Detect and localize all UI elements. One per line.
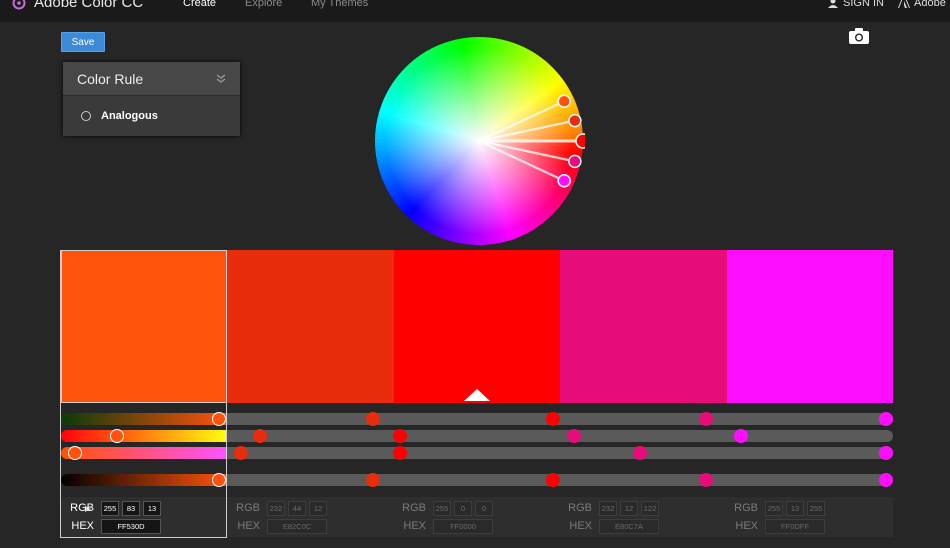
nav-explore[interactable]: Explore	[245, 0, 282, 9]
swatch-2[interactable]	[227, 250, 394, 403]
rule-option-analogous[interactable]: Analogous	[63, 96, 240, 136]
slider-gradient	[61, 430, 227, 442]
slider-blue[interactable]	[61, 446, 893, 460]
rgb-g-field[interactable]: 13	[786, 500, 804, 516]
slider-gradient	[61, 474, 227, 486]
rgb-r-field[interactable]: 255	[765, 500, 783, 516]
slider-handle[interactable]	[212, 412, 226, 426]
swatch-4[interactable]	[560, 250, 727, 403]
hex-field[interactable]: FF0000	[433, 518, 493, 534]
wheel-handle[interactable]	[568, 154, 582, 169]
rgb-r-field[interactable]: 255	[433, 500, 451, 516]
slider-gradient	[61, 413, 227, 425]
swatch-3[interactable]	[393, 250, 561, 403]
sign-in-label: SIGN IN	[843, 0, 884, 9]
hex-label: HEX	[735, 520, 758, 532]
values-swatch-3: RGB 255 0 0 HEX FF0000	[393, 497, 559, 537]
hex-label: HEX	[71, 520, 94, 532]
save-button[interactable]: Save	[61, 32, 105, 52]
hex-field[interactable]: FF530D	[101, 518, 161, 534]
rgb-label: RGB	[568, 502, 592, 514]
hex-label: HEX	[569, 520, 592, 532]
slider-gradient	[61, 447, 227, 459]
rgb-label: RGB	[734, 502, 758, 514]
rgb-r-field[interactable]: 232	[267, 500, 285, 516]
user-icon	[828, 0, 838, 8]
camera-icon[interactable]	[849, 28, 869, 44]
wheel-handle[interactable]	[557, 94, 571, 109]
slider-handle[interactable]	[567, 429, 581, 443]
rgb-r-field[interactable]: 232	[599, 500, 617, 516]
radio-icon[interactable]	[81, 111, 91, 121]
slider-handle[interactable]	[734, 429, 748, 443]
rgb-b-field[interactable]: 255	[807, 500, 825, 516]
slider-handle[interactable]	[393, 446, 407, 460]
nav-my-themes[interactable]: My Themes	[311, 0, 368, 9]
wheel-handle[interactable]	[575, 133, 585, 149]
base-color-marker[interactable]	[464, 389, 490, 401]
color-rule-title: Color Rule	[77, 70, 144, 87]
rgb-label: RGB	[236, 502, 260, 514]
rgb-g-field[interactable]: 83	[122, 500, 140, 516]
hex-field[interactable]: E80C7A	[599, 518, 659, 534]
hex-field[interactable]: FF0DFF	[765, 518, 825, 534]
slider-handle[interactable]	[366, 412, 380, 426]
swatch-row	[61, 250, 894, 403]
slider-handle[interactable]	[633, 446, 647, 460]
slider-handle[interactable]	[879, 473, 893, 487]
adobe-link[interactable]: Adobe	[898, 0, 946, 9]
rgb-b-field[interactable]: 0	[475, 500, 493, 516]
color-wheel[interactable]	[373, 35, 585, 247]
slider-green[interactable]	[61, 429, 893, 443]
slider-handle[interactable]	[546, 473, 560, 487]
swatch-5[interactable]	[726, 250, 894, 403]
slider-handle[interactable]	[68, 446, 82, 460]
rgb-label: RGB	[70, 502, 94, 514]
swatch-1[interactable]	[61, 250, 228, 403]
adobe-icon	[898, 0, 910, 8]
slider-handle[interactable]	[879, 412, 893, 426]
slider-handle[interactable]	[546, 412, 560, 426]
slider-red[interactable]	[61, 412, 893, 426]
slider-handle[interactable]	[253, 429, 267, 443]
rule-option-label: Analogous	[101, 110, 158, 122]
rgb-b-field[interactable]: 13	[143, 500, 161, 516]
hex-field[interactable]: E82C0C	[267, 518, 327, 534]
values-swatch-1: ▶ RGB 255 83 13 HEX FF530D	[61, 497, 227, 537]
top-bar: Adobe Color CC Create Explore My Themes …	[0, 0, 950, 22]
values-swatch-5: RGB 255 13 255 HEX FF0DFF	[725, 497, 893, 537]
chevron-double-down-icon[interactable]	[216, 73, 226, 84]
slider-handle[interactable]	[110, 429, 124, 443]
rgb-g-field[interactable]: 12	[620, 500, 638, 516]
slider-handle[interactable]	[212, 473, 226, 487]
rgb-label: RGB	[402, 502, 426, 514]
slider-handle[interactable]	[366, 473, 380, 487]
rgb-r-field[interactable]: 255	[101, 500, 119, 516]
wheel-handle[interactable]	[557, 173, 571, 188]
hex-label: HEX	[403, 520, 426, 532]
wheel-handle[interactable]	[568, 113, 582, 128]
rgb-b-field[interactable]: 12	[309, 500, 327, 516]
color-rule-header[interactable]: Color Rule	[63, 62, 240, 96]
slider-brightness[interactable]	[61, 473, 893, 487]
nav-create[interactable]: Create	[183, 0, 216, 9]
slider-handle[interactable]	[879, 446, 893, 460]
hex-label: HEX	[237, 520, 260, 532]
rgb-b-field[interactable]: 122	[641, 500, 659, 516]
color-rule-panel: Color Rule Analogous	[63, 62, 240, 136]
color-wheel-logo-icon	[12, 0, 26, 9]
adobe-label: Adobe	[914, 0, 946, 9]
slider-handle[interactable]	[699, 473, 713, 487]
color-values-panel: ▶ RGB 255 83 13 HEX FF530D RGB 232 44 12…	[61, 497, 893, 537]
rgb-g-field[interactable]: 0	[454, 500, 472, 516]
values-swatch-2: RGB 232 44 12 HEX E82C0C	[227, 497, 393, 537]
app-title: Adobe Color CC	[34, 0, 144, 11]
slider-handle[interactable]	[393, 429, 407, 443]
slider-handle[interactable]	[234, 446, 248, 460]
sign-in-link[interactable]: SIGN IN	[828, 0, 884, 9]
rgb-g-field[interactable]: 44	[288, 500, 306, 516]
slider-handle[interactable]	[699, 412, 713, 426]
app-logo[interactable]: Adobe Color CC	[12, 0, 143, 11]
values-swatch-4: RGB 232 12 122 HEX E80C7A	[559, 497, 725, 537]
